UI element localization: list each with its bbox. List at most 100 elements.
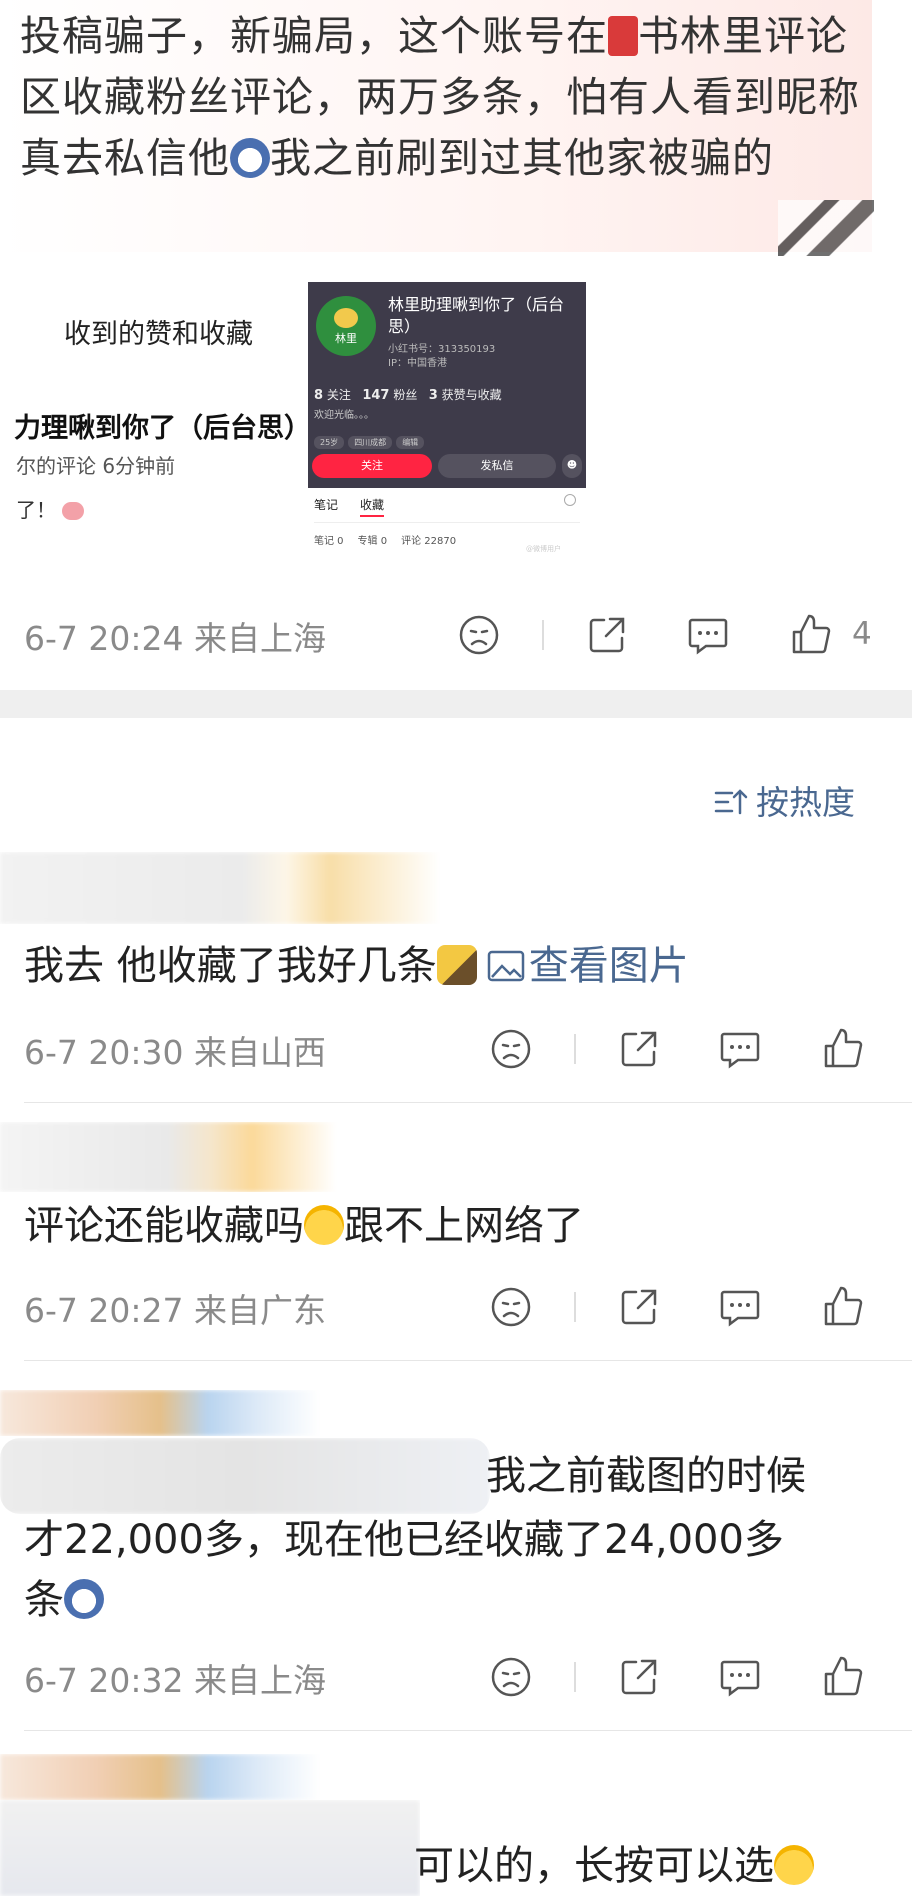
screenshot-notification[interactable]: 收到的赞和收藏 力理啾到你了（后台思） 尔的评论 6分钟前 了！: [0, 282, 311, 552]
comment-3-text-a: 我之前截图的时候: [486, 1453, 806, 1499]
comment-divider: [24, 1102, 912, 1103]
profile-id: 小红书号：313350193: [388, 344, 496, 355]
corner-sticker: [778, 200, 874, 256]
action-separator: [574, 1662, 576, 1692]
red-book-icon: [608, 16, 638, 56]
profile-header: 林里 林里助理啾到你了（后台思） 小红书号：313350193 IP：中国香港 …: [308, 282, 586, 488]
blurred-username: [0, 852, 440, 924]
comment-icon[interactable]: [686, 614, 730, 656]
user-icon[interactable]: ☻: [562, 454, 582, 478]
post-actions: 4: [0, 612, 912, 660]
fans-label: 粉丝: [393, 388, 418, 402]
count-albums: 专辑 0: [357, 536, 388, 547]
like-count: 4: [852, 616, 872, 652]
comment-text: 可以的，长按可以选: [414, 1836, 814, 1896]
like-icon[interactable]: [790, 612, 832, 656]
avatar-label: 林里: [335, 332, 357, 345]
action-separator: [542, 620, 544, 650]
comment-actions: [0, 1284, 912, 1332]
post-text-part-3: 我之前刷到过其他家被骗的: [270, 134, 774, 182]
notification-tail: 了！: [16, 494, 85, 523]
likes-label: 获赞与收藏: [441, 388, 502, 402]
comment-4-text: 可以的，长按可以选: [414, 1843, 774, 1889]
comment-icon[interactable]: [718, 1656, 762, 1698]
image-icon: [487, 950, 524, 982]
pin-emoji-icon: [436, 945, 477, 985]
comment-1-text: 我去 他收藏了我好几条: [24, 943, 437, 989]
blurred-username: [0, 1122, 420, 1192]
sort-icon: [714, 789, 748, 815]
view-image-link[interactable]: 查看图片: [477, 943, 689, 989]
comment-text: 我去 他收藏了我好几条 查看图片: [24, 936, 689, 996]
search-icon[interactable]: [564, 494, 576, 506]
dislike-icon[interactable]: [458, 614, 500, 656]
follow-button[interactable]: 关注: [312, 454, 432, 478]
count-notes: 笔记 0: [314, 536, 344, 547]
post-text-part-1: 投稿骗子，新骗局，这个账号在: [20, 12, 608, 60]
profile-tag: 编辑: [396, 436, 425, 449]
comment-actions: [0, 1026, 912, 1074]
comment-2-text-b: 跟不上网络了: [344, 1203, 584, 1249]
section-divider: [0, 690, 912, 718]
likes-count: 3: [428, 388, 438, 403]
notification-sub: 尔的评论 6分钟前: [16, 454, 176, 478]
duck-icon: [334, 308, 358, 328]
comment-3-text-c: 条: [24, 1577, 64, 1623]
dislike-icon[interactable]: [490, 1028, 532, 1070]
message-button[interactable]: 发私信: [438, 454, 556, 478]
like-icon[interactable]: [822, 1654, 864, 1698]
notification-name: 力理啾到你了（后台思）: [14, 413, 311, 444]
dog-emoji-icon: [64, 1579, 104, 1619]
comment-divider: [24, 1730, 912, 1731]
laughing-emoji-icon: [304, 1205, 344, 1245]
post-text: 投稿骗子，新骗局，这个账号在 书林里评论区收藏粉丝评论，两万多条，怕有人看到昵称真…: [20, 6, 880, 189]
profile-ip: IP：中国香港: [388, 358, 447, 369]
sort-label: 按热度: [756, 783, 855, 822]
share-icon[interactable]: [618, 1286, 660, 1328]
tab-collections[interactable]: 收藏: [360, 498, 385, 517]
comment-text: 评论还能收藏吗 跟不上网络了: [24, 1196, 584, 1256]
blurred-quote: [0, 1438, 490, 1514]
dislike-icon[interactable]: [490, 1656, 532, 1698]
blurred-username: [0, 1754, 320, 1800]
comment-actions: [0, 1654, 912, 1702]
laughing-emoji-icon: [774, 1845, 814, 1885]
like-icon[interactable]: [822, 1284, 864, 1328]
sort-button[interactable]: 按热度: [714, 776, 855, 824]
dog-emoji-icon: [230, 138, 270, 178]
comment-text: 条: [24, 1570, 104, 1630]
blurred-quote: [0, 1800, 420, 1896]
share-icon[interactable]: [586, 614, 628, 656]
count-comments: 评论 22870: [401, 536, 457, 547]
follow-count: 8: [314, 388, 324, 403]
profile-tag: 四川成都: [348, 436, 393, 449]
share-icon[interactable]: [618, 1028, 660, 1070]
action-separator: [574, 1292, 576, 1322]
profile-tags: 25岁 四川成都 编辑: [314, 430, 428, 449]
tab-notes[interactable]: 笔记: [314, 498, 338, 512]
profile-tabs: 笔记 收藏: [314, 496, 406, 517]
watermark: @微博用户: [526, 545, 561, 553]
view-image-label: 查看图片: [528, 943, 689, 989]
profile-name: 林里助理啾到你了（后台思）: [388, 295, 565, 336]
screenshot-profile[interactable]: 林里 林里助理啾到你了（后台思） 小红书号：313350193 IP：中国香港 …: [308, 282, 586, 558]
blurred-username: [0, 1390, 320, 1436]
share-icon[interactable]: [618, 1656, 660, 1698]
tabs-divider: [314, 522, 580, 523]
dislike-icon[interactable]: [490, 1286, 532, 1328]
avatar: 林里: [316, 296, 376, 356]
notification-title: 收到的赞和收藏: [64, 319, 253, 350]
collection-counts: 笔记 0 专辑 0 评论 22870: [314, 532, 470, 547]
profile-bio: 欢迎光临。。。: [314, 410, 374, 421]
comment-2-text-a: 评论还能收藏吗: [24, 1203, 304, 1249]
like-icon[interactable]: [822, 1026, 864, 1070]
profile-stats: 8 关注 147 粉丝 3 获赞与收藏: [314, 386, 502, 403]
comment-icon[interactable]: [718, 1028, 762, 1070]
comment-divider: [24, 1360, 912, 1361]
comment-icon[interactable]: [718, 1286, 762, 1328]
fans-count: 147: [362, 388, 390, 403]
comment-3-text-b: 才22,000多，现在他已经收藏了24,000多: [24, 1517, 784, 1563]
notification-tail-text: 了！: [16, 498, 56, 522]
action-separator: [574, 1034, 576, 1064]
profile-tag: 25岁: [314, 436, 345, 449]
